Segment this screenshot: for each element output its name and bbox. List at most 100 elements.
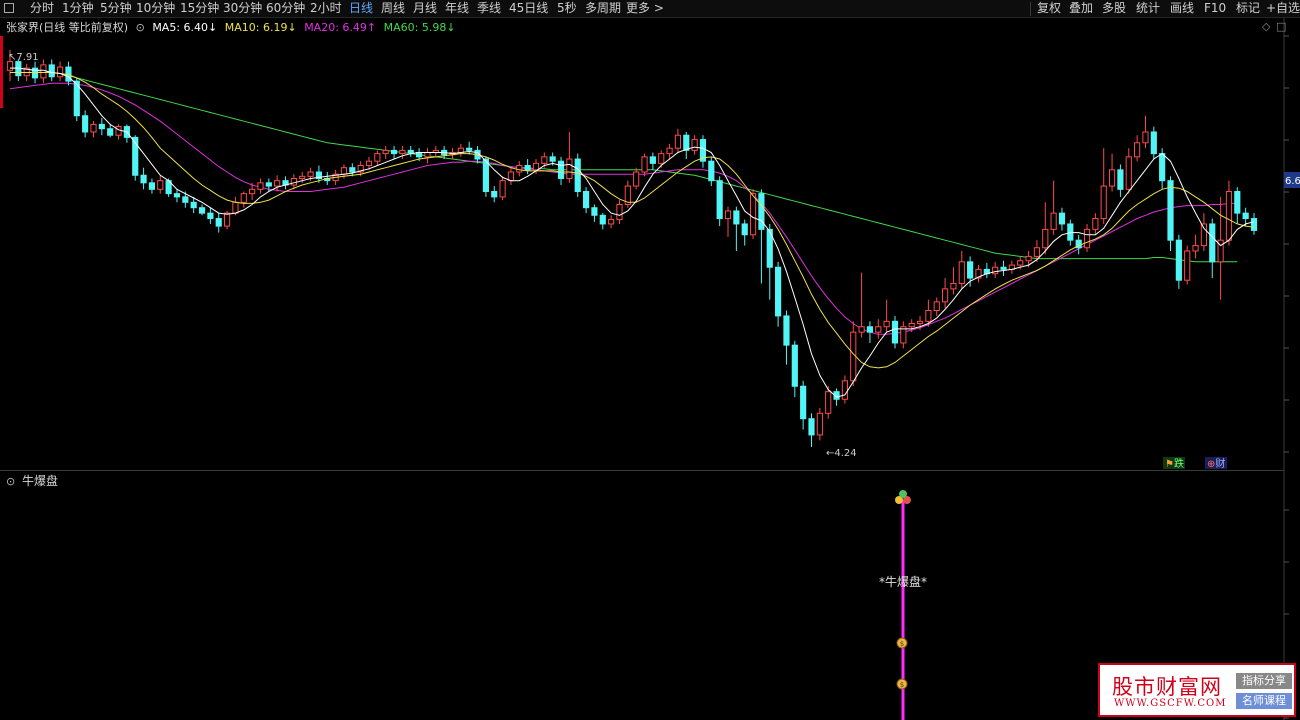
candle-body [190,201,197,209]
candle-body [724,210,732,220]
candle-body [1142,131,1149,144]
candle-body [365,160,373,167]
candle-body [524,165,531,171]
candle-body [541,156,548,164]
kline-chart[interactable]: ↖7.91 ←4.24 6.6 ◇ □ ⚑跌 ⊕财 ⊙ 牛爆盘 *牛爆盘* $ … [0,0,1300,720]
candle-body [198,207,206,214]
candle-body [40,64,47,79]
candle-body [582,190,590,209]
candle-body [507,171,515,182]
watermark-tag-share[interactable]: 指标分享 [1236,673,1292,689]
candle-body [666,147,673,155]
candle-body [90,123,97,133]
badge-finance-text: ⊕财 [1207,457,1225,470]
candle-body [374,153,381,162]
candle-body [816,412,823,436]
candle-body [1175,239,1182,281]
candle-body [349,167,356,173]
candle-body [290,178,297,186]
candle-body [775,266,782,317]
current-price-label: 6.6 [1285,176,1300,187]
candle-body [925,310,932,322]
candle-body [399,149,406,155]
candle-body [1092,218,1099,230]
badge-fall-text: ⚑跌 [1165,457,1184,470]
candle-body [916,320,924,324]
candle-body [1050,212,1057,230]
settings-icon[interactable]: □ [1276,20,1286,33]
candle-body [390,149,398,155]
candle-body [883,320,890,328]
candle-body [875,326,882,333]
indicator-collapse-icon[interactable]: ⊙ [6,475,15,488]
candle-body [1042,228,1049,249]
candle-body [858,326,865,333]
candle-body [424,152,431,158]
candle-body [783,315,790,346]
candle-body [1234,190,1241,214]
ma10-line [10,72,1255,369]
candle-body [691,139,698,151]
diamond-icon[interactable]: ◇ [1262,20,1271,33]
candle-body [274,180,281,187]
candle-body [967,261,974,279]
candle-body [532,162,540,171]
candle-body [649,156,656,164]
candle-body [115,126,122,136]
candle-body [1083,228,1091,249]
candle-body [800,385,807,420]
candle-body [1250,218,1258,231]
candle-body [708,160,715,182]
candle-body [491,190,498,198]
candle-body [1058,212,1066,225]
candle-body [98,123,105,130]
candle-body [1242,212,1249,220]
candle-body [240,193,247,203]
candle-body [140,174,147,184]
candle-body [950,282,957,290]
candle-body [608,219,615,225]
candle-body [516,165,523,173]
money-bag-icon: $ [896,637,908,649]
candle-body [866,326,874,333]
candle-body [549,156,556,162]
candle-body [182,196,189,203]
high-price-label: ↖7.91 [8,52,39,63]
candle-body [1025,255,1032,262]
candle-body [173,193,181,198]
candle-body [207,212,214,220]
candle-body [908,322,915,328]
low-price-label: ←4.24 [826,448,857,459]
candle-body [232,201,239,214]
candle-body [641,156,648,173]
candle-body [933,301,940,312]
candle-body [1167,180,1174,241]
candle-body [749,193,757,236]
candle-body [148,182,156,190]
candle-body [633,171,640,187]
candle-body [382,149,389,155]
candle-body [733,210,740,225]
candle-body [616,203,623,221]
candle-body [791,344,798,387]
candle-body [1159,153,1166,182]
watermark-tag-course[interactable]: 名师课程 [1236,693,1292,709]
indicator-name: 牛爆盘 [22,473,58,488]
candle-body [57,66,64,78]
candle-body [1067,223,1074,241]
candle-body [1184,250,1191,281]
candle-body [591,207,598,216]
candle-body [482,158,489,192]
axis-ticks [1284,35,1289,719]
watermark-title: 股市财富网 [1112,675,1222,699]
candle-body [1033,247,1041,257]
candle-body [48,64,55,78]
candle-body [299,175,306,180]
candle-body [658,153,665,164]
candle-body [850,331,857,382]
candle-body [107,128,114,136]
svg-text:$: $ [900,681,904,689]
candle-body [249,188,256,195]
candle-body [1117,169,1124,190]
candle-body [257,182,264,190]
